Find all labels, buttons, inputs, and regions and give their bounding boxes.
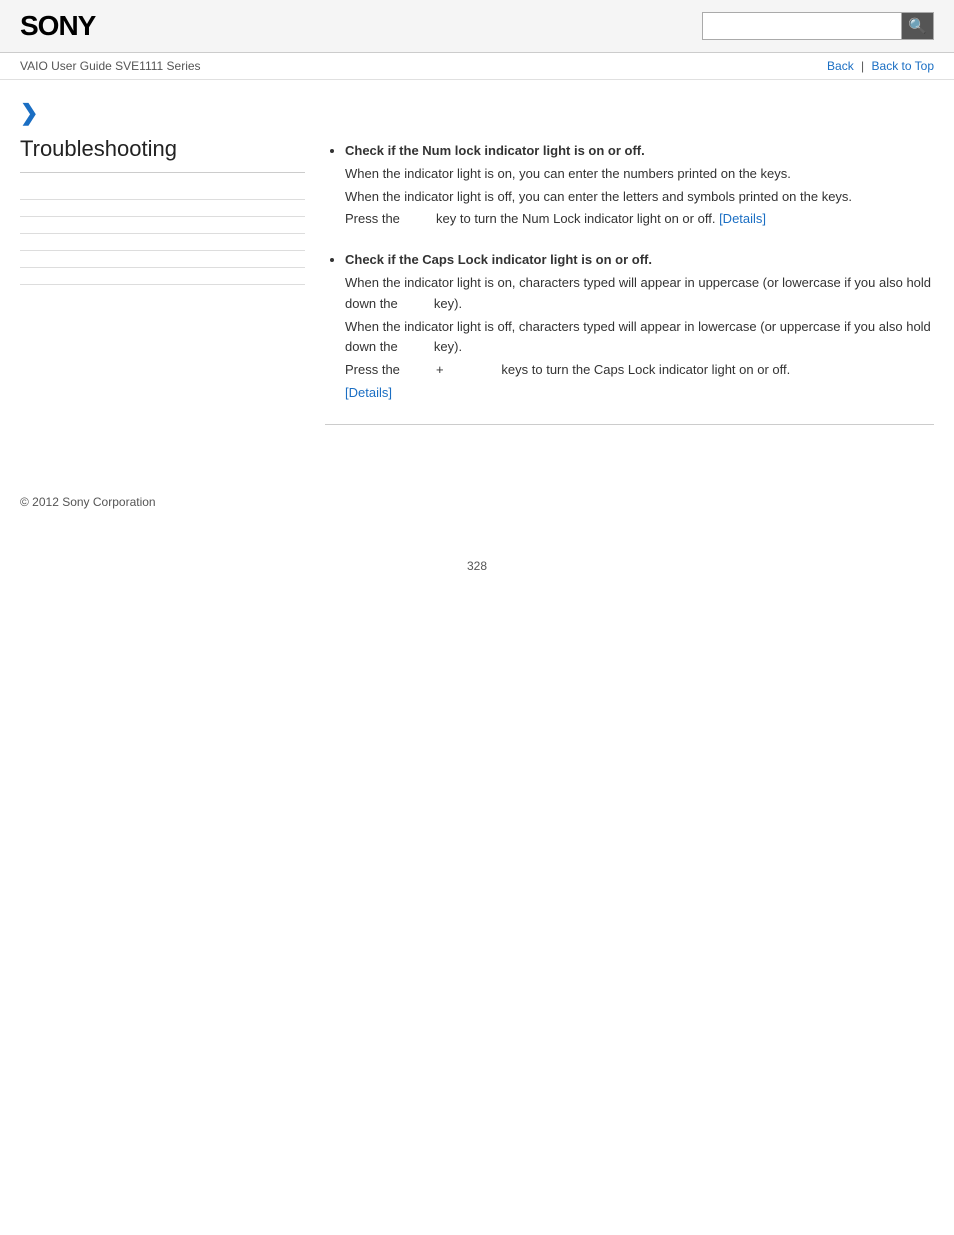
content-list: Check if the Num lock indicator light is… <box>325 141 934 404</box>
bullet-text-1: Check if the Num lock indicator light is… <box>345 143 645 158</box>
search-area: 🔍 <box>702 12 934 40</box>
sony-logo: SONY <box>20 10 95 42</box>
chevron-right-icon: ❯ <box>20 100 38 125</box>
detail-text-2c: Press the + keys to turn the Caps Lock i… <box>345 360 934 381</box>
sidebar-item <box>20 268 305 285</box>
page-header: SONY 🔍 <box>0 0 954 53</box>
guide-title: VAIO User Guide SVE1111 Series <box>20 59 201 73</box>
detail-text-1c: Press the key to turn the Num Lock indic… <box>345 209 934 230</box>
back-to-top-link[interactable]: Back to Top <box>872 59 934 73</box>
sidebar-item <box>20 234 305 251</box>
search-input[interactable] <box>702 12 902 40</box>
sidebar-item <box>20 217 305 234</box>
detail-text-2d: [Details] <box>345 383 934 404</box>
list-item: Check if the Caps Lock indicator light i… <box>345 250 934 404</box>
detail-text-2b: When the indicator light is off, charact… <box>345 317 934 359</box>
copyright-text: © 2012 Sony Corporation <box>20 495 156 509</box>
details-link-1[interactable]: [Details] <box>719 211 766 226</box>
nav-bar: VAIO User Guide SVE1111 Series Back | Ba… <box>0 53 954 80</box>
list-item: Check if the Num lock indicator light is… <box>345 141 934 230</box>
detail-text-2a: When the indicator light is on, characte… <box>345 273 934 315</box>
search-icon: 🔍 <box>908 17 927 35</box>
sidebar-title: Troubleshooting <box>20 136 305 173</box>
page-number: 328 <box>0 559 954 593</box>
details-link-2[interactable]: [Details] <box>345 385 392 400</box>
content-divider <box>325 424 934 425</box>
chevron-area: ❯ <box>0 80 954 136</box>
sidebar-item <box>20 200 305 217</box>
search-button[interactable]: 🔍 <box>902 12 934 40</box>
main-content: Troubleshooting Check if the Num lock in… <box>0 136 954 435</box>
back-link[interactable]: Back <box>827 59 854 73</box>
sidebar-item <box>20 251 305 268</box>
detail-text-1a: When the indicator light is on, you can … <box>345 164 934 185</box>
content-area: Check if the Num lock indicator light is… <box>325 136 934 435</box>
bullet-text-2: Check if the Caps Lock indicator light i… <box>345 252 652 267</box>
nav-links: Back | Back to Top <box>827 59 934 73</box>
footer: © 2012 Sony Corporation <box>0 475 954 529</box>
sidebar: Troubleshooting <box>20 136 305 435</box>
sidebar-item <box>20 183 305 200</box>
detail-text-1b: When the indicator light is off, you can… <box>345 187 934 208</box>
nav-separator: | <box>861 59 864 73</box>
